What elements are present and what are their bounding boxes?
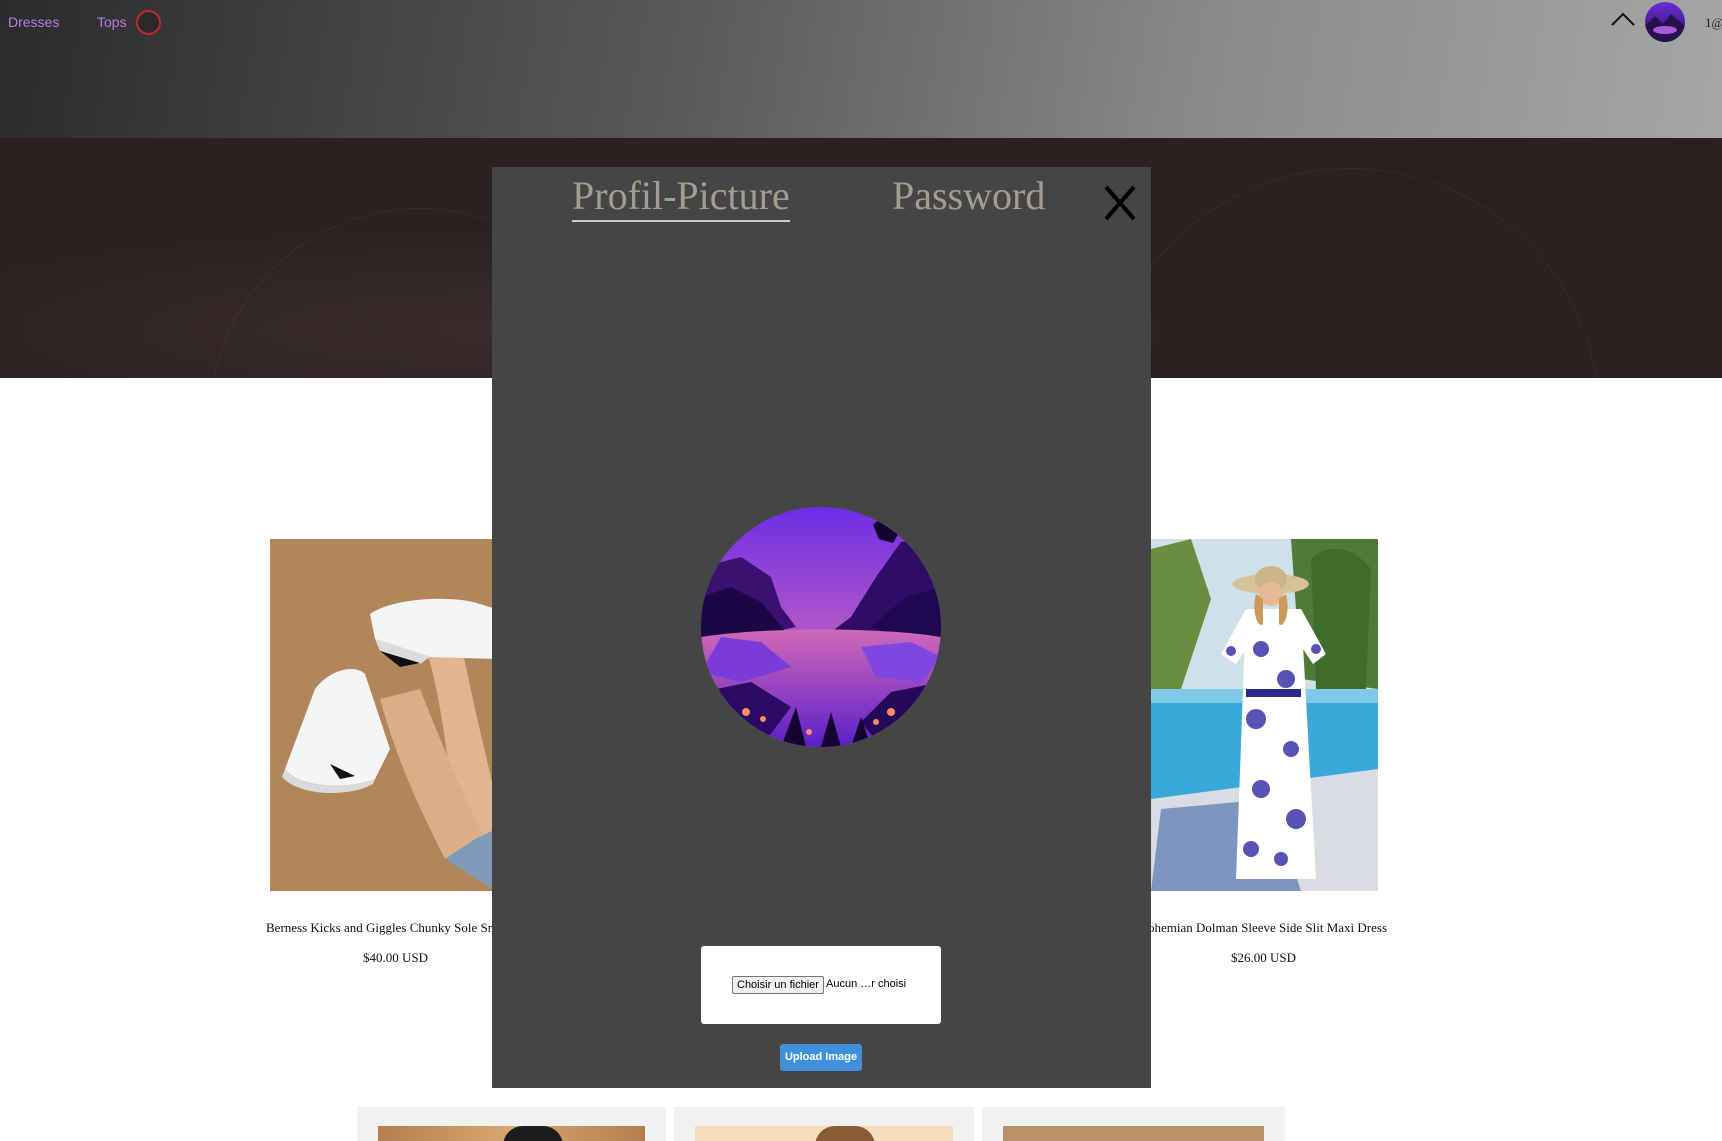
product-title[interactable]: ohemian Dolman Sleeve Side Slit Maxi Dre… <box>1148 920 1388 936</box>
site-header: Dresses Tops 1@ <box>0 0 1722 138</box>
nav-link-tops[interactable]: Tops <box>97 14 127 30</box>
user-email-text: 1@ <box>1705 15 1722 30</box>
profile-picture-preview <box>701 507 941 747</box>
product-image-maxi-dress[interactable] <box>1151 539 1378 891</box>
product-image-sneakers[interactable] <box>270 539 496 891</box>
user-avatar[interactable] <box>1645 2 1685 42</box>
product-card[interactable] <box>674 1107 974 1141</box>
product-card[interactable] <box>357 1107 666 1141</box>
product-title[interactable]: Berness Kicks and Giggles Chunky Sole Sn <box>266 920 496 936</box>
tab-profile-picture[interactable]: Profil-Picture <box>572 172 790 222</box>
choose-file-button[interactable]: Choisir un fichier <box>732 976 824 994</box>
chevron-up-icon[interactable] <box>1610 10 1636 28</box>
tab-password[interactable]: Password <box>892 172 1045 219</box>
nav-link-dresses[interactable]: Dresses <box>8 14 59 30</box>
close-icon[interactable] <box>1102 183 1138 223</box>
product-price: $26.00 USD <box>1231 950 1297 965</box>
file-input-container: Choisir un fichier Aucun …r choisi <box>701 946 941 1024</box>
cart-badge-icon[interactable] <box>136 10 161 35</box>
upload-image-button[interactable]: Upload Image <box>780 1044 862 1071</box>
product-card[interactable] <box>982 1107 1285 1141</box>
account-settings-modal: Profil-Picture Password Choisir un fichi… <box>492 167 1151 1088</box>
product-price: $40.00 USD <box>363 950 429 965</box>
file-status-text: Aucun …r choisi <box>826 978 907 990</box>
